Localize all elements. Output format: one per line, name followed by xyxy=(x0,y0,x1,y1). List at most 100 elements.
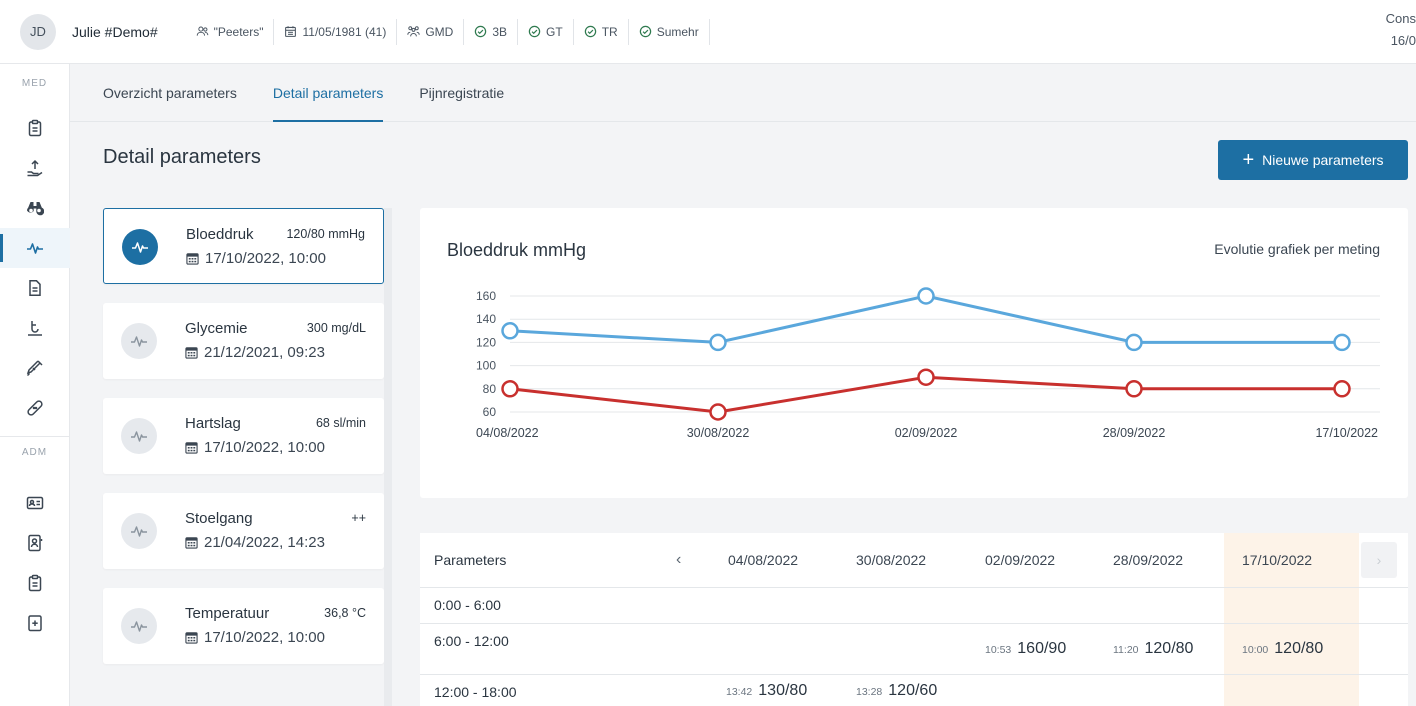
measurement-cell[interactable]: 13:28 120/60 xyxy=(856,682,937,700)
table-row: 6:00 - 12:00 10:53 160/90 11:20 120/80 10:00 1… xyxy=(420,624,1408,675)
sidebar-item-pulse[interactable] xyxy=(0,228,70,268)
data-point-systolic[interactable] xyxy=(709,333,727,352)
measurement-time: 11:20 xyxy=(1113,644,1139,656)
parameter-name: Stoelgang xyxy=(185,510,253,527)
pulse-icon xyxy=(121,608,157,644)
data-point-systolic[interactable] xyxy=(1125,333,1143,352)
data-point-diastolic[interactable] xyxy=(1125,380,1143,398)
y-tick-label: 160 xyxy=(476,289,496,303)
parameter-card[interactable]: Glycemie 300 mg/dL 21/12/2021, 09:23 xyxy=(103,303,384,379)
x-tick-label: 28/09/2022 xyxy=(1103,426,1166,440)
sidebar-item-syringe[interactable] xyxy=(0,348,70,388)
sidebar-item-id-card[interactable] xyxy=(0,483,70,523)
sidebar-item-bandage[interactable] xyxy=(0,388,70,428)
sidebar-divider xyxy=(0,436,69,437)
table-date-header[interactable]: 30/08/2022 xyxy=(856,552,926,568)
consultation-info[interactable]: Cons 16/0 xyxy=(1386,8,1416,52)
parameter-card[interactable]: Bloeddruk 120/80 mmHg 17/10/2022, 10:00 xyxy=(103,208,384,284)
parameter-date-text: 21/04/2022, 14:23 xyxy=(204,534,325,551)
data-point-systolic[interactable] xyxy=(501,322,519,340)
sidebar-item-binoculars[interactable] xyxy=(0,188,70,228)
clipboard-icon xyxy=(26,574,44,592)
sidebar-section-med: MED xyxy=(21,78,48,89)
table-date-header[interactable]: 28/09/2022 xyxy=(1113,552,1183,568)
parameter-value: ++ xyxy=(351,511,366,525)
measurement-cell[interactable]: 10:53 160/90 xyxy=(985,640,1066,658)
parameter-card[interactable]: Stoelgang ++ 21/04/2022, 14:23 xyxy=(103,493,384,569)
patient-chip[interactable]: TR xyxy=(574,18,629,45)
calendar-icon xyxy=(185,441,198,454)
time-slot-label: 6:00 - 12:00 xyxy=(434,633,509,649)
data-point-diastolic[interactable] xyxy=(1333,380,1351,398)
data-point-systolic[interactable] xyxy=(1333,333,1351,352)
measurement-value: 120/60 xyxy=(888,682,938,699)
parameter-value: 120/80 mmHg xyxy=(286,227,365,241)
measurement-time: 10:00 xyxy=(1242,644,1269,656)
table-date-header[interactable]: 17/10/2022 xyxy=(1242,552,1312,568)
document-icon xyxy=(26,279,44,297)
next-dates-button[interactable]: › xyxy=(1361,542,1397,578)
data-point-diastolic[interactable] xyxy=(709,403,727,421)
y-tick-label: 120 xyxy=(476,335,496,349)
patient-chip[interactable]: 11/05/1981 (41) xyxy=(274,18,398,45)
table-date-header[interactable]: 02/09/2022 xyxy=(985,552,1055,568)
pulse-icon xyxy=(121,513,157,549)
x-tick-label: 30/08/2022 xyxy=(687,426,750,440)
patient-chip[interactable]: GT xyxy=(518,18,574,45)
patient-chip[interactable]: GMD xyxy=(397,18,465,45)
binoculars-icon xyxy=(26,199,44,217)
syringe-icon xyxy=(26,359,44,377)
sidebar-item-document[interactable] xyxy=(0,268,70,308)
table-header-row: Parameters ‹ 04/08/2022 30/08/2022 02/09/2… xyxy=(420,533,1408,588)
measurement-cell[interactable]: 11:20 120/80 xyxy=(1113,640,1193,658)
patient-chip[interactable]: 3B xyxy=(464,18,519,45)
previous-dates-button[interactable]: ‹ xyxy=(676,551,681,569)
chart-subtitle[interactable]: Evolutie grafiek per meting xyxy=(1214,241,1380,257)
sidebar-item-document-plus[interactable] xyxy=(0,603,70,643)
contact-card-icon xyxy=(26,534,44,552)
sidebar-item-contact-card[interactable] xyxy=(0,523,70,563)
sidebar-item-scale[interactable] xyxy=(0,308,70,348)
new-parameters-button[interactable]: + Nieuwe parameters xyxy=(1218,140,1408,180)
time-slot-label: 12:00 - 18:00 xyxy=(434,684,517,700)
tab-pijnregistratie[interactable]: Pijnregistratie xyxy=(419,64,504,122)
document-plus-icon xyxy=(26,614,44,632)
tab-detail-parameters[interactable]: Detail parameters xyxy=(272,64,383,122)
measurement-value: 130/80 xyxy=(758,682,808,699)
check-circle-icon xyxy=(474,25,487,38)
patient-name[interactable]: Julie #Demo# xyxy=(72,24,158,40)
parameter-card[interactable]: Temperatuur 36,8 °C 17/10/2022, 10:00 xyxy=(103,588,384,664)
table-date-header[interactable]: 04/08/2022 xyxy=(728,552,798,568)
data-point-diastolic[interactable] xyxy=(917,368,935,386)
calendar-icon xyxy=(185,536,198,549)
pulse-icon xyxy=(121,418,157,454)
parameter-name: Glycemie xyxy=(185,320,248,337)
chart-title: Bloeddruk mmHg xyxy=(447,240,587,260)
consultation-label: Cons xyxy=(1385,11,1416,26)
patient-chip[interactable]: Sumehr xyxy=(629,18,710,45)
measurement-cell[interactable]: 10:00 120/80 xyxy=(1242,640,1323,658)
patient-chip[interactable]: "Peeters" xyxy=(186,18,275,45)
x-tick-label: 02/09/2022 xyxy=(895,426,958,440)
table-header-label: Parameters xyxy=(434,552,507,568)
sidebar-item-clipboard[interactable] xyxy=(0,563,70,603)
measurement-time: 10:53 xyxy=(985,644,1012,656)
hand-upload-icon xyxy=(26,159,44,177)
patient-chip-label: TR xyxy=(601,24,618,39)
parameter-card[interactable]: Hartslag 68 sl/min 17/10/2022, 10:00 xyxy=(103,398,384,474)
avatar[interactable]: JD xyxy=(20,13,56,50)
sidebar-med-group xyxy=(0,108,70,428)
parameter-list-scrollbar[interactable] xyxy=(384,208,392,706)
data-point-systolic[interactable] xyxy=(917,287,935,305)
parameter-date: 21/04/2022, 14:23 xyxy=(185,534,325,551)
measurement-cell[interactable]: 13:42 130/80 xyxy=(726,682,807,700)
parameter-date-text: 17/10/2022, 10:00 xyxy=(204,629,325,646)
tab-overzicht-parameters[interactable]: Overzicht parameters xyxy=(103,64,237,122)
pulse-icon xyxy=(122,229,158,265)
calendar-icon xyxy=(284,25,297,38)
pulse-icon xyxy=(121,323,157,359)
sidebar-item-hand-upload[interactable] xyxy=(0,148,70,188)
data-point-diastolic[interactable] xyxy=(501,380,519,398)
patient-chip-label: 11/05/1981 (41) xyxy=(302,24,387,39)
sidebar-item-clipboard[interactable] xyxy=(0,108,70,148)
